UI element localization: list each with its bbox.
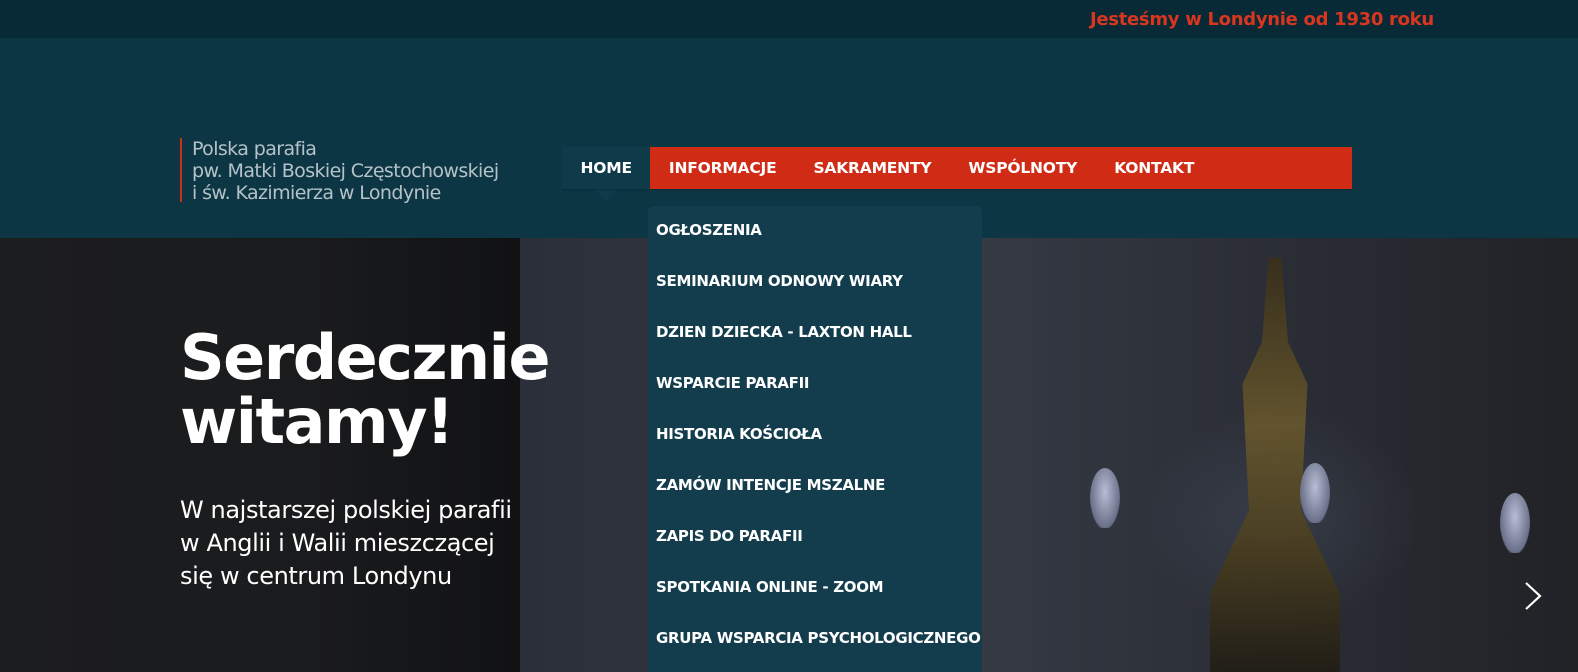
logo-line-1: Polska parafia — [192, 138, 317, 160]
dropdown-item-seminarium[interactable]: SEMINARIUM ODNOWY WIARY — [648, 257, 982, 308]
top-bar: Jesteśmy w Londynie od 1930 roku — [0, 0, 1578, 38]
candle-light — [1300, 463, 1330, 523]
hero-title-line: Serdecznie — [180, 321, 551, 394]
dropdown-item-dzien-dziecka[interactable]: DZIEN DZIECKA - LAXTON HALL — [648, 308, 982, 359]
dropdown-item-intencje[interactable]: ZAMÓW INTENCJE MSZALNE — [648, 461, 982, 512]
chevron-right-icon[interactable] — [1522, 581, 1544, 611]
nav-item-kontakt[interactable]: KONTAKT — [1096, 147, 1213, 189]
tagline: Jesteśmy w Londynie od 1930 roku — [1090, 9, 1434, 30]
hero-subtitle-line: się w centrum Londynu — [180, 562, 452, 590]
site-logo[interactable]: Polska parafia pw. Matki Boskiej Częstoc… — [180, 138, 499, 204]
dropdown-item-zoom[interactable]: SPOTKANIA ONLINE - ZOOM — [648, 563, 982, 614]
candle-light — [1500, 493, 1530, 553]
nav-item-wspolnoty[interactable]: WSPÓLNOTY — [950, 147, 1096, 189]
hero-subtitle: W najstarszej polskiej parafii w Anglii … — [180, 494, 512, 593]
logo-line-2: pw. Matki Boskiej Częstochowskiej — [192, 160, 499, 182]
candle-light — [1090, 468, 1120, 528]
hero-title: Serdecznie witamy! — [180, 321, 551, 458]
nav-item-home[interactable]: HOME — [562, 147, 651, 202]
hero-title-line: witamy! — [180, 385, 454, 458]
hero-subtitle-line: w Anglii i Walii mieszczącej — [180, 529, 495, 557]
hero-subtitle-line: W najstarszej polskiej parafii — [180, 496, 512, 524]
nav-item-informacje[interactable]: INFORMACJE — [650, 147, 795, 189]
dropdown-item-wsparcie[interactable]: WSPARCIE PARAFII — [648, 359, 982, 410]
nav-item-sakramenty[interactable]: SAKRAMENTY — [795, 147, 950, 189]
main-nav: HOME INFORMACJE SAKRAMENTY WSPÓLNOTY KON… — [562, 147, 1352, 202]
informacje-dropdown-menu: OGŁOSZENIA SEMINARIUM ODNOWY WIARY DZIEN… — [648, 206, 982, 672]
dropdown-item-zapis[interactable]: ZAPIS DO PARAFII — [648, 512, 982, 563]
dropdown-item-grupa-wsparcia[interactable]: GRUPA WSPARCIA PSYCHOLOGICZNEGO — [648, 614, 982, 665]
logo-line-3: i św. Kazimierza w Londynie — [192, 182, 441, 204]
dropdown-item-ogloszenia[interactable]: OGŁOSZENIA — [648, 206, 982, 257]
dropdown-item-historia[interactable]: HISTORIA KOŚCIOŁA — [648, 410, 982, 461]
